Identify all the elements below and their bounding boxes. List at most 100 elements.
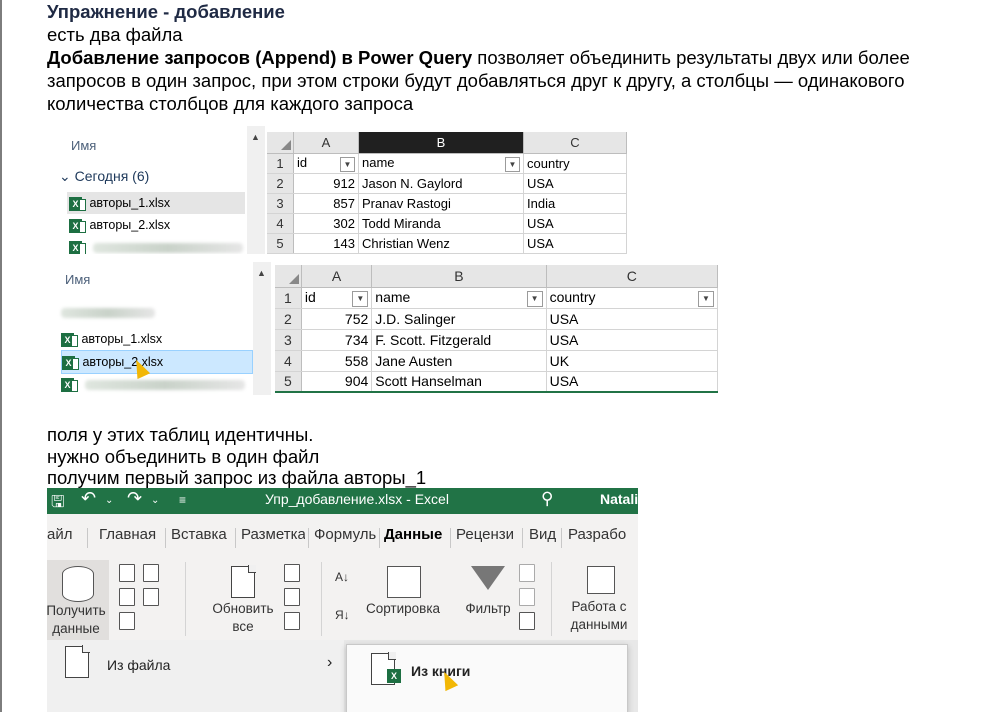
- cell-country[interactable]: USA: [523, 213, 627, 234]
- sort-az-icon[interactable]: A↓: [335, 568, 349, 586]
- filter-icon[interactable]: [471, 566, 505, 590]
- cell-name[interactable]: J.D. Salinger: [371, 308, 547, 330]
- submenu-from-workbook[interactable]: X Из книги: [346, 644, 628, 712]
- data-tools-label-1[interactable]: Работа с: [559, 598, 638, 616]
- redo-dropdown-icon[interactable]: ⌄: [151, 495, 159, 506]
- row-header[interactable]: 5: [267, 233, 294, 254]
- header-cell-id[interactable]: id ▼: [301, 287, 373, 309]
- column-header-b[interactable]: B: [358, 132, 524, 154]
- customize-toolbar-icon[interactable]: ≡: [179, 493, 186, 507]
- sort-za-icon[interactable]: Я↓: [335, 606, 350, 624]
- header-cell-id[interactable]: id ▼: [293, 153, 359, 174]
- from-table-icon[interactable]: [119, 612, 135, 630]
- header-cell-country[interactable]: country ▼: [546, 287, 718, 309]
- cell-country[interactable]: India: [523, 193, 627, 214]
- filter-dropdown-icon[interactable]: ▼: [526, 290, 543, 307]
- tab-view[interactable]: Вид: [529, 526, 556, 543]
- row-header[interactable]: 1: [267, 153, 294, 174]
- edit-links-icon[interactable]: [284, 612, 300, 630]
- cell-country[interactable]: UK: [546, 350, 718, 372]
- filter-dropdown-icon[interactable]: ▼: [340, 156, 355, 172]
- refresh-label-1[interactable]: Обновить: [203, 600, 283, 618]
- cell-name[interactable]: Todd Miranda: [358, 213, 524, 234]
- explorer-column-name[interactable]: Имя: [71, 138, 96, 153]
- refresh-all-icon[interactable]: [231, 565, 256, 598]
- header-cell-name[interactable]: name ▼: [371, 287, 547, 309]
- cell-country[interactable]: USA: [546, 371, 718, 393]
- text-csv-icon[interactable]: [119, 564, 135, 582]
- column-header-b[interactable]: B: [371, 265, 547, 288]
- cell-name[interactable]: Scott Hanselman: [371, 371, 547, 393]
- reapply-filter-icon[interactable]: [519, 588, 535, 606]
- select-all-corner[interactable]: [267, 132, 294, 154]
- row-header[interactable]: 4: [275, 350, 302, 372]
- refresh-label-2[interactable]: все: [203, 618, 283, 636]
- file-item-blurred[interactable]: X: [61, 373, 251, 395]
- cell-id[interactable]: 558: [301, 350, 373, 372]
- tab-data[interactable]: Данные: [384, 526, 446, 543]
- filter-dropdown-icon[interactable]: ▼: [698, 290, 714, 307]
- file-item-blurred[interactable]: X: [67, 236, 245, 254]
- filter-label[interactable]: Фильтр: [459, 600, 517, 618]
- cell-country[interactable]: USA: [523, 233, 627, 254]
- user-name[interactable]: Natali: [600, 491, 638, 507]
- filter-dropdown-icon[interactable]: ▼: [352, 290, 369, 307]
- cell-id[interactable]: 752: [301, 308, 373, 330]
- tab-developer[interactable]: Разрабо: [568, 526, 632, 543]
- cell-name[interactable]: Pranav Rastogi: [358, 193, 524, 214]
- cell-name[interactable]: Christian Wenz: [358, 233, 524, 254]
- header-cell-country[interactable]: country: [523, 153, 627, 174]
- row-header[interactable]: 4: [267, 213, 294, 234]
- explorer-group-today[interactable]: ⌄ Сегодня (6): [59, 168, 149, 185]
- tab-review[interactable]: Рецензи: [456, 526, 516, 543]
- column-header-c[interactable]: C: [546, 265, 718, 288]
- file-item-authors-1[interactable]: X авторы_1.xlsx: [61, 328, 251, 350]
- cell-country[interactable]: USA: [523, 173, 627, 194]
- select-all-corner[interactable]: [275, 265, 302, 288]
- row-header[interactable]: 2: [275, 308, 302, 330]
- clear-filter-icon[interactable]: [519, 564, 535, 582]
- cell-name[interactable]: F. Scott. Fitzgerald: [371, 329, 547, 351]
- row-header[interactable]: 3: [275, 329, 302, 351]
- header-cell-name[interactable]: name ▼: [358, 153, 524, 174]
- undo-dropdown-icon[interactable]: ⌄: [105, 495, 113, 506]
- cell-id[interactable]: 302: [293, 213, 359, 234]
- filter-dropdown-icon[interactable]: ▼: [505, 156, 520, 172]
- cell-country[interactable]: USA: [546, 329, 718, 351]
- column-header-a[interactable]: A: [293, 132, 359, 154]
- redo-icon[interactable]: ↷: [127, 488, 142, 509]
- menu-item-from-file[interactable]: Из файла ›: [47, 640, 344, 712]
- undo-icon[interactable]: ↶: [81, 488, 96, 509]
- row-header[interactable]: 3: [267, 193, 294, 214]
- sort-label[interactable]: Сортировка: [361, 600, 445, 618]
- tab-home[interactable]: Главная: [99, 526, 156, 543]
- row-header[interactable]: 1: [275, 287, 302, 309]
- column-header-a[interactable]: A: [301, 265, 373, 288]
- cell-name[interactable]: Jane Austen: [371, 350, 547, 372]
- cell-id[interactable]: 143: [293, 233, 359, 254]
- get-data-button[interactable]: Получить данные: [47, 560, 109, 640]
- cell-id[interactable]: 734: [301, 329, 373, 351]
- from-web-icon[interactable]: [119, 588, 135, 606]
- search-icon[interactable]: ⚲: [541, 489, 553, 509]
- file-item-authors-2[interactable]: X авторы_2.xlsx: [67, 214, 245, 236]
- column-header-c[interactable]: C: [523, 132, 627, 154]
- file-item-authors-2[interactable]: X авторы_2.xlsx: [61, 350, 253, 374]
- tab-file[interactable]: айл: [47, 526, 72, 543]
- existing-connections-icon[interactable]: [143, 588, 159, 606]
- properties-icon[interactable]: [284, 588, 300, 606]
- row-header[interactable]: 5: [275, 371, 302, 393]
- cell-id[interactable]: 857: [293, 193, 359, 214]
- explorer-column-name[interactable]: Имя: [65, 272, 90, 287]
- cell-id[interactable]: 904: [301, 371, 373, 393]
- file-item-authors-1[interactable]: X авторы_1.xlsx: [67, 192, 245, 214]
- queries-connections-icon[interactable]: [284, 564, 300, 582]
- explorer-scrollbar[interactable]: ▲: [253, 262, 271, 395]
- cell-country[interactable]: USA: [546, 308, 718, 330]
- tab-insert[interactable]: Вставка: [171, 526, 227, 543]
- tab-page-layout[interactable]: Разметка: [241, 526, 305, 543]
- advanced-filter-icon[interactable]: [519, 612, 535, 630]
- recent-sources-icon[interactable]: [143, 564, 159, 582]
- cell-id[interactable]: 912: [293, 173, 359, 194]
- row-header[interactable]: 2: [267, 173, 294, 194]
